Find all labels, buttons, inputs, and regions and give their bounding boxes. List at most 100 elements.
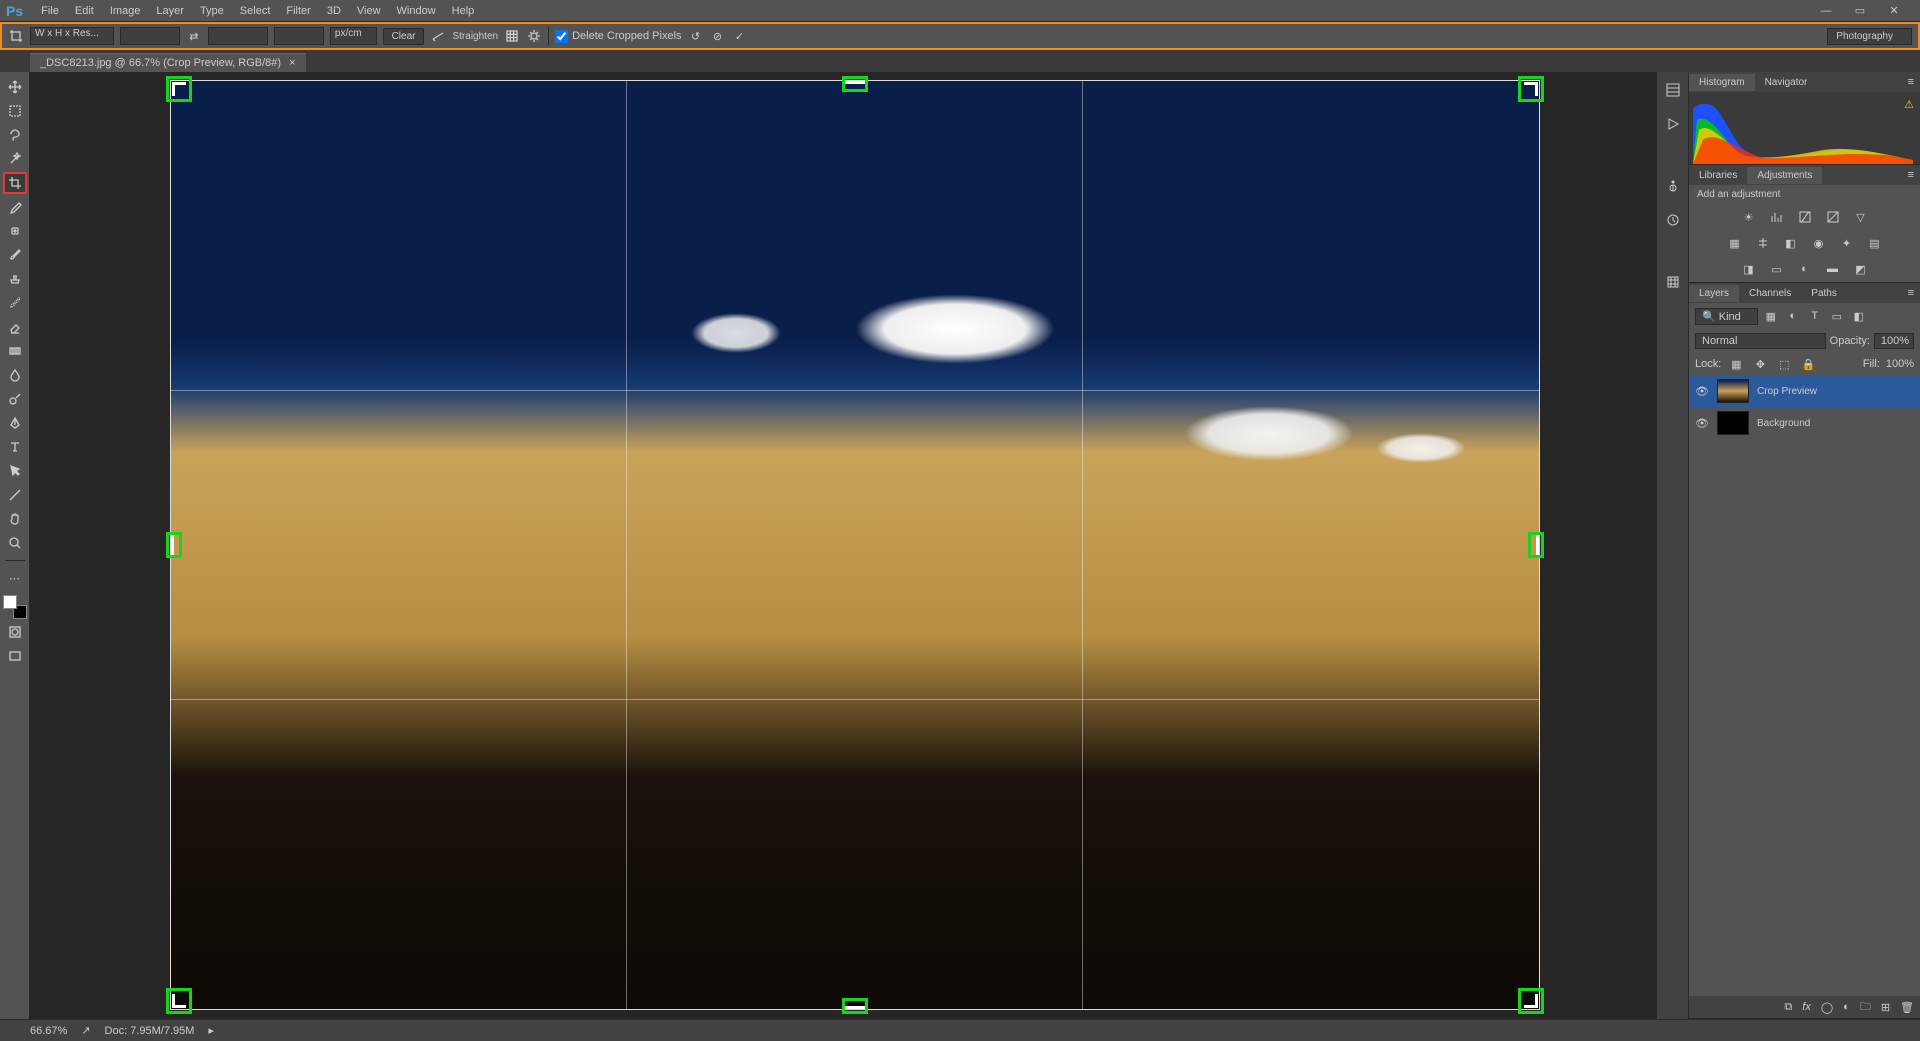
properties-panel-icon[interactable] [1663, 210, 1683, 230]
lock-pixels-icon[interactable]: ▦ [1727, 355, 1745, 373]
threshold-adjustment-icon[interactable]: ◐ [1796, 260, 1814, 278]
lasso-tool[interactable] [3, 124, 27, 146]
panel-menu-icon[interactable]: ≡ [1902, 169, 1920, 181]
commit-crop-icon[interactable]: ✓ [732, 28, 748, 44]
hue-adjustment-icon[interactable]: ▦ [1726, 234, 1744, 252]
new-layer-icon[interactable]: ⊞ [1881, 1001, 1890, 1014]
magic-wand-tool[interactable] [3, 148, 27, 170]
path-selection-tool[interactable] [3, 460, 27, 482]
link-layers-icon[interactable]: ⧉ [1784, 1001, 1792, 1014]
crop-width-input[interactable] [120, 27, 180, 45]
layer-thumbnail[interactable] [1717, 411, 1749, 435]
crop-handle-tr[interactable] [1518, 76, 1544, 102]
visibility-icon[interactable]: 👁 [1695, 385, 1709, 398]
crop-handle-tm[interactable] [842, 76, 868, 92]
menu-3d[interactable]: 3D [319, 3, 349, 19]
menu-select[interactable]: Select [232, 3, 279, 19]
zoom-tool[interactable] [3, 532, 27, 554]
filter-shape-icon[interactable]: ▭ [1828, 307, 1846, 325]
menu-file[interactable]: File [33, 3, 67, 19]
visibility-icon[interactable]: 👁 [1695, 417, 1709, 430]
curves-adjustment-icon[interactable] [1796, 208, 1814, 226]
tab-adjustments[interactable]: Adjustments [1747, 167, 1822, 184]
lock-position-icon[interactable]: ✥ [1751, 355, 1769, 373]
tab-navigator[interactable]: Navigator [1755, 74, 1818, 91]
cancel-crop-icon[interactable]: ⊘ [710, 28, 726, 44]
tab-libraries[interactable]: Libraries [1689, 167, 1747, 184]
bw-adjustment-icon[interactable]: ◧ [1782, 234, 1800, 252]
brightness-adjustment-icon[interactable]: ☀ [1740, 208, 1758, 226]
canvas[interactable] [30, 72, 1656, 1019]
crop-handle-ml[interactable] [166, 532, 182, 558]
doc-info-popup-icon[interactable]: ▸ [208, 1024, 214, 1037]
vibrance-adjustment-icon[interactable]: ▽ [1852, 208, 1870, 226]
posterize-adjustment-icon[interactable]: ▭ [1768, 260, 1786, 278]
new-group-icon[interactable]: 🗀 [1860, 998, 1871, 1017]
dodge-tool[interactable] [3, 388, 27, 410]
layer-name[interactable]: Crop Preview [1757, 386, 1817, 397]
document-tab[interactable]: _DSC8213.jpg @ 66.7% (Crop Preview, RGB/… [30, 53, 306, 72]
crop-handle-tl[interactable] [166, 76, 192, 102]
lock-artboard-icon[interactable]: ⬚ [1775, 355, 1793, 373]
exposure-adjustment-icon[interactable] [1824, 208, 1842, 226]
invert-adjustment-icon[interactable]: ◨ [1740, 260, 1758, 278]
menu-type[interactable]: Type [192, 3, 232, 19]
straighten-icon[interactable] [430, 28, 446, 44]
reset-crop-icon[interactable]: ↺ [688, 28, 704, 44]
screen-mode-icon[interactable] [3, 645, 27, 667]
overlay-grid-icon[interactable] [504, 28, 520, 44]
histogram-warning-icon[interactable]: ⚠ [1904, 98, 1914, 111]
pen-tool[interactable] [3, 412, 27, 434]
crop-handle-bm[interactable] [842, 998, 868, 1014]
photo-filter-adjustment-icon[interactable]: ◉ [1810, 234, 1828, 252]
clone-source-panel-icon[interactable] [1663, 272, 1683, 292]
new-adjustment-layer-icon[interactable]: ◐ [1843, 1001, 1850, 1013]
clone-stamp-tool[interactable] [3, 268, 27, 290]
menu-filter[interactable]: Filter [278, 3, 318, 19]
opacity-input[interactable]: 100% [1874, 333, 1914, 349]
blur-tool[interactable] [3, 364, 27, 386]
color-swatches[interactable] [3, 595, 27, 619]
type-tool[interactable] [3, 436, 27, 458]
layer-row[interactable]: 👁 Crop Preview [1689, 375, 1920, 407]
tab-histogram[interactable]: Histogram [1689, 74, 1755, 91]
channel-mixer-adjustment-icon[interactable]: ✦ [1838, 234, 1856, 252]
levels-adjustment-icon[interactable] [1768, 208, 1786, 226]
swap-icon[interactable]: ⇄ [186, 28, 202, 44]
shape-tool[interactable] [3, 484, 27, 506]
workspace-select[interactable]: Photography [1827, 28, 1912, 45]
crop-overlay[interactable] [170, 80, 1540, 1010]
color-balance-adjustment-icon[interactable] [1754, 234, 1772, 252]
menu-image[interactable]: Image [102, 3, 149, 19]
selective-color-adjustment-icon[interactable]: ◩ [1852, 260, 1870, 278]
layer-thumbnail[interactable] [1717, 379, 1749, 403]
history-brush-tool[interactable] [3, 292, 27, 314]
menu-edit[interactable]: Edit [67, 3, 102, 19]
delete-layer-icon[interactable]: 🗑 [1900, 1001, 1914, 1014]
filter-smart-icon[interactable]: ◧ [1850, 307, 1868, 325]
healing-brush-tool[interactable] [3, 220, 27, 242]
edit-toolbar-icon[interactable]: ⋯ [3, 567, 27, 589]
gradient-map-adjustment-icon[interactable]: ▬ [1824, 260, 1842, 278]
crop-handle-mr[interactable] [1528, 532, 1544, 558]
doc-size[interactable]: Doc: 7.95M/7.95M [105, 1025, 195, 1037]
move-tool[interactable] [3, 76, 27, 98]
eyedropper-tool[interactable] [3, 196, 27, 218]
crop-tool[interactable] [3, 172, 27, 194]
blend-mode-select[interactable]: Normal [1695, 333, 1826, 349]
crop-settings-icon[interactable] [526, 28, 542, 44]
delete-cropped-checkbox[interactable]: Delete Cropped Pixels [555, 30, 681, 43]
marquee-tool[interactable] [3, 100, 27, 122]
color-lookup-adjustment-icon[interactable]: ▤ [1866, 234, 1884, 252]
filter-type-icon[interactable]: T [1806, 307, 1824, 325]
tab-channels[interactable]: Channels [1739, 285, 1801, 302]
layer-row[interactable]: 👁 Background [1689, 407, 1920, 439]
fill-input[interactable]: 100% [1886, 358, 1914, 370]
actions-panel-icon[interactable] [1663, 114, 1683, 134]
menu-window[interactable]: Window [389, 3, 444, 19]
menu-view[interactable]: View [349, 3, 389, 19]
hand-tool[interactable] [3, 508, 27, 530]
zoom-level[interactable]: 66.67% [30, 1025, 67, 1037]
crop-icon[interactable] [8, 28, 24, 44]
close-tab-icon[interactable]: × [289, 57, 295, 69]
